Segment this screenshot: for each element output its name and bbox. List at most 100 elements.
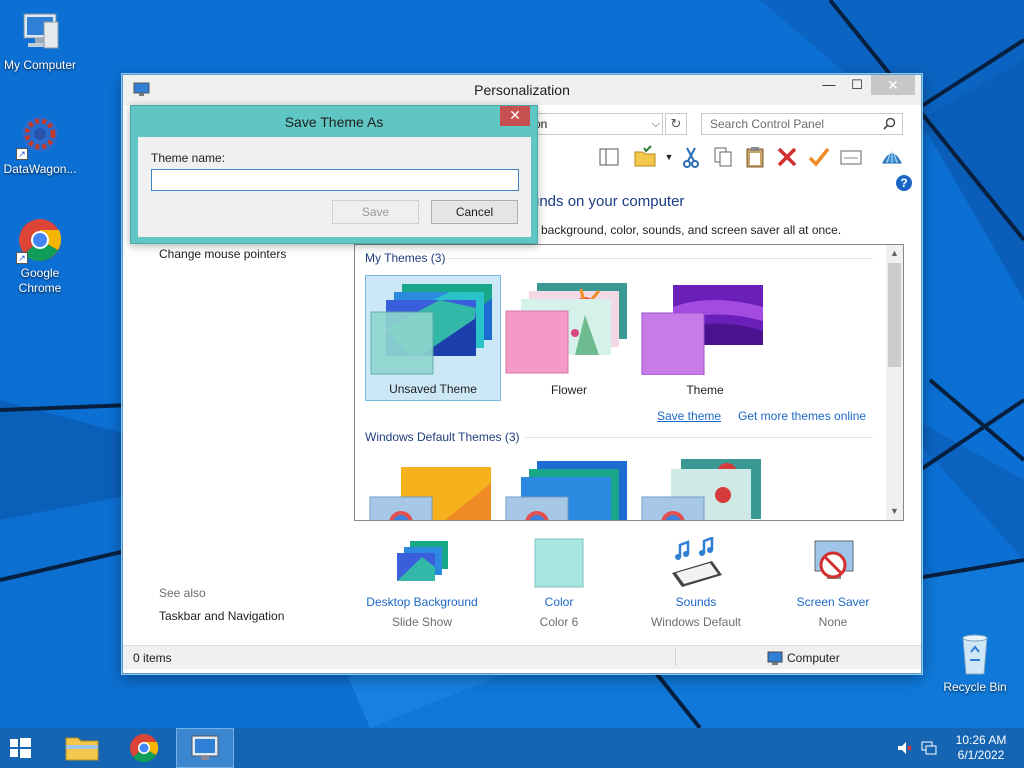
change-mouse-pointers-link[interactable]: Change mouse pointers bbox=[159, 247, 286, 261]
theme-tile-lines-colors[interactable] bbox=[501, 455, 637, 520]
maximize-button[interactable]: ☐ bbox=[843, 75, 871, 95]
shortcut-arrow-icon: ↗ bbox=[16, 148, 28, 160]
theme-preview-image bbox=[505, 461, 627, 520]
volume-muted-icon[interactable] bbox=[896, 740, 912, 756]
address-bar[interactable]: on ⌵ bbox=[529, 113, 663, 135]
taskbar-navigation-link[interactable]: Taskbar and Navigation bbox=[159, 609, 284, 623]
vertical-scrollbar[interactable]: ▲ ▼ bbox=[886, 245, 903, 520]
taskbar-chrome[interactable] bbox=[120, 728, 168, 768]
see-also-label: See also bbox=[159, 586, 206, 600]
group-divider bbox=[525, 437, 873, 438]
screen-saver-link[interactable]: Screen Saver bbox=[765, 595, 901, 613]
search-input[interactable]: Search Control Panel bbox=[701, 113, 903, 135]
minimize-button[interactable]: — bbox=[815, 75, 843, 95]
desktop-background-icon bbox=[392, 537, 452, 591]
layout-pane-icon[interactable] bbox=[597, 145, 621, 169]
theme-preview-image bbox=[641, 459, 761, 520]
color-link[interactable]: Color bbox=[491, 595, 627, 613]
help-icon[interactable]: ? bbox=[896, 175, 912, 191]
toolbar: ▼ bbox=[535, 143, 921, 173]
theme-preview-image bbox=[505, 283, 627, 374]
shortcut-arrow-icon: ↗ bbox=[16, 252, 28, 264]
theme-name: Theme bbox=[686, 383, 724, 397]
status-location: Computer bbox=[787, 651, 840, 665]
desktop-icon-google-chrome[interactable]: ↗ Google Chrome bbox=[0, 216, 80, 296]
clock-date: 6/1/2022 bbox=[957, 748, 1005, 762]
folder-check-icon[interactable] bbox=[633, 145, 657, 169]
taskbar: 10:26 AM 6/1/2022 bbox=[0, 728, 1024, 768]
paste-icon[interactable] bbox=[743, 145, 767, 169]
theme-tile-unsaved[interactable]: Unsaved Theme bbox=[365, 275, 501, 401]
desktop-icon-label: My Computer bbox=[3, 58, 77, 72]
sounds-item[interactable]: Sounds Windows Default bbox=[628, 536, 764, 629]
cancel-button[interactable]: Cancel bbox=[431, 200, 518, 224]
dialog-title: Save Theme As bbox=[284, 114, 384, 130]
window-titlebar[interactable]: Personalization — ☐ ✕ bbox=[123, 75, 921, 105]
save-theme-link[interactable]: Save theme bbox=[657, 409, 721, 423]
desktop-icon-label: DataWagon... bbox=[3, 162, 77, 176]
window-title: Personalization bbox=[474, 82, 570, 98]
desktop-background-link[interactable]: Desktop Background bbox=[354, 595, 490, 613]
chrome-icon bbox=[130, 734, 159, 763]
page-subheading: p background, color, sounds, and screen … bbox=[531, 223, 842, 237]
save-theme-as-dialog: Save Theme As ✕ Theme name: Save Cancel bbox=[130, 105, 538, 244]
color-item[interactable]: Color Color 6 bbox=[491, 537, 627, 629]
copy-icon[interactable] bbox=[711, 145, 735, 169]
default-themes-group-label: Windows Default Themes (3) bbox=[365, 430, 520, 444]
sounds-icon bbox=[666, 536, 726, 591]
desktop-icon-recycle-bin[interactable]: Recycle Bin bbox=[935, 630, 1015, 695]
desktop-background-value: Slide Show bbox=[391, 615, 453, 629]
get-more-themes-link[interactable]: Get more themes online bbox=[738, 409, 866, 423]
taskbar-personalization[interactable] bbox=[176, 728, 234, 768]
theme-preview-image bbox=[641, 285, 763, 375]
computer-icon bbox=[16, 8, 64, 56]
status-divider bbox=[675, 648, 676, 666]
delete-icon[interactable] bbox=[775, 145, 799, 169]
desktop-icon-label: Recycle Bin bbox=[943, 680, 1007, 694]
theme-tile-flowers[interactable] bbox=[637, 455, 773, 520]
theme-tile-theme[interactable]: Theme bbox=[637, 275, 773, 401]
chevron-down-icon[interactable]: ⌵ bbox=[652, 114, 660, 134]
refresh-button[interactable]: ↻ bbox=[665, 113, 687, 135]
desktop-icon-datawagon[interactable]: ↗ DataWagon... bbox=[0, 112, 80, 177]
dialog-body: Theme name: Save Cancel bbox=[138, 137, 531, 237]
dialog-close-button[interactable]: ✕ bbox=[500, 106, 530, 126]
sounds-link[interactable]: Sounds bbox=[628, 595, 764, 613]
scroll-thumb[interactable] bbox=[888, 263, 901, 367]
theme-name-input[interactable] bbox=[151, 169, 519, 191]
chrome-icon: ↗ bbox=[16, 216, 64, 264]
screen-saver-icon bbox=[803, 537, 863, 591]
screen-saver-value: None bbox=[818, 615, 848, 629]
screen-saver-item[interactable]: Screen Saver None bbox=[765, 537, 901, 629]
theme-tile-flower[interactable]: Flower bbox=[501, 275, 637, 401]
system-clock[interactable]: 10:26 AM 6/1/2022 bbox=[946, 733, 1016, 763]
theme-name: Unsaved Theme bbox=[389, 382, 477, 396]
page-heading: unds on your computer bbox=[531, 193, 685, 210]
shell-icon[interactable] bbox=[880, 145, 904, 169]
sounds-value: Windows Default bbox=[650, 615, 742, 629]
scroll-down-icon[interactable]: ▼ bbox=[886, 503, 903, 520]
status-item-count: 0 items bbox=[133, 651, 172, 665]
windows-logo-icon bbox=[10, 738, 31, 758]
cut-icon[interactable] bbox=[679, 145, 703, 169]
network-icon[interactable] bbox=[920, 740, 938, 756]
scroll-up-icon[interactable]: ▲ bbox=[886, 245, 903, 262]
clock-time: 10:26 AM bbox=[955, 733, 1007, 747]
desktop-background-item[interactable]: Desktop Background Slide Show bbox=[354, 537, 490, 629]
themes-list: My Themes (3) Unsaved Theme Flower Theme… bbox=[354, 244, 904, 521]
desktop-icon-my-computer[interactable]: My Computer bbox=[0, 8, 80, 73]
start-button[interactable] bbox=[0, 728, 48, 768]
color-value: Color 6 bbox=[539, 615, 579, 629]
my-themes-group-label: My Themes (3) bbox=[365, 251, 446, 265]
color-swatch-icon bbox=[529, 537, 589, 591]
checkmark-icon[interactable] bbox=[807, 145, 831, 169]
folder-icon bbox=[65, 737, 99, 761]
taskbar-file-explorer[interactable] bbox=[58, 728, 106, 768]
theme-preview-image bbox=[370, 284, 492, 375]
theme-tile-windows[interactable] bbox=[365, 455, 501, 520]
properties-icon[interactable] bbox=[839, 145, 863, 169]
chevron-down-icon[interactable]: ▼ bbox=[657, 145, 681, 169]
save-button[interactable]: Save bbox=[332, 200, 419, 224]
close-button[interactable]: ✕ bbox=[871, 75, 915, 95]
computer-icon bbox=[767, 651, 783, 665]
